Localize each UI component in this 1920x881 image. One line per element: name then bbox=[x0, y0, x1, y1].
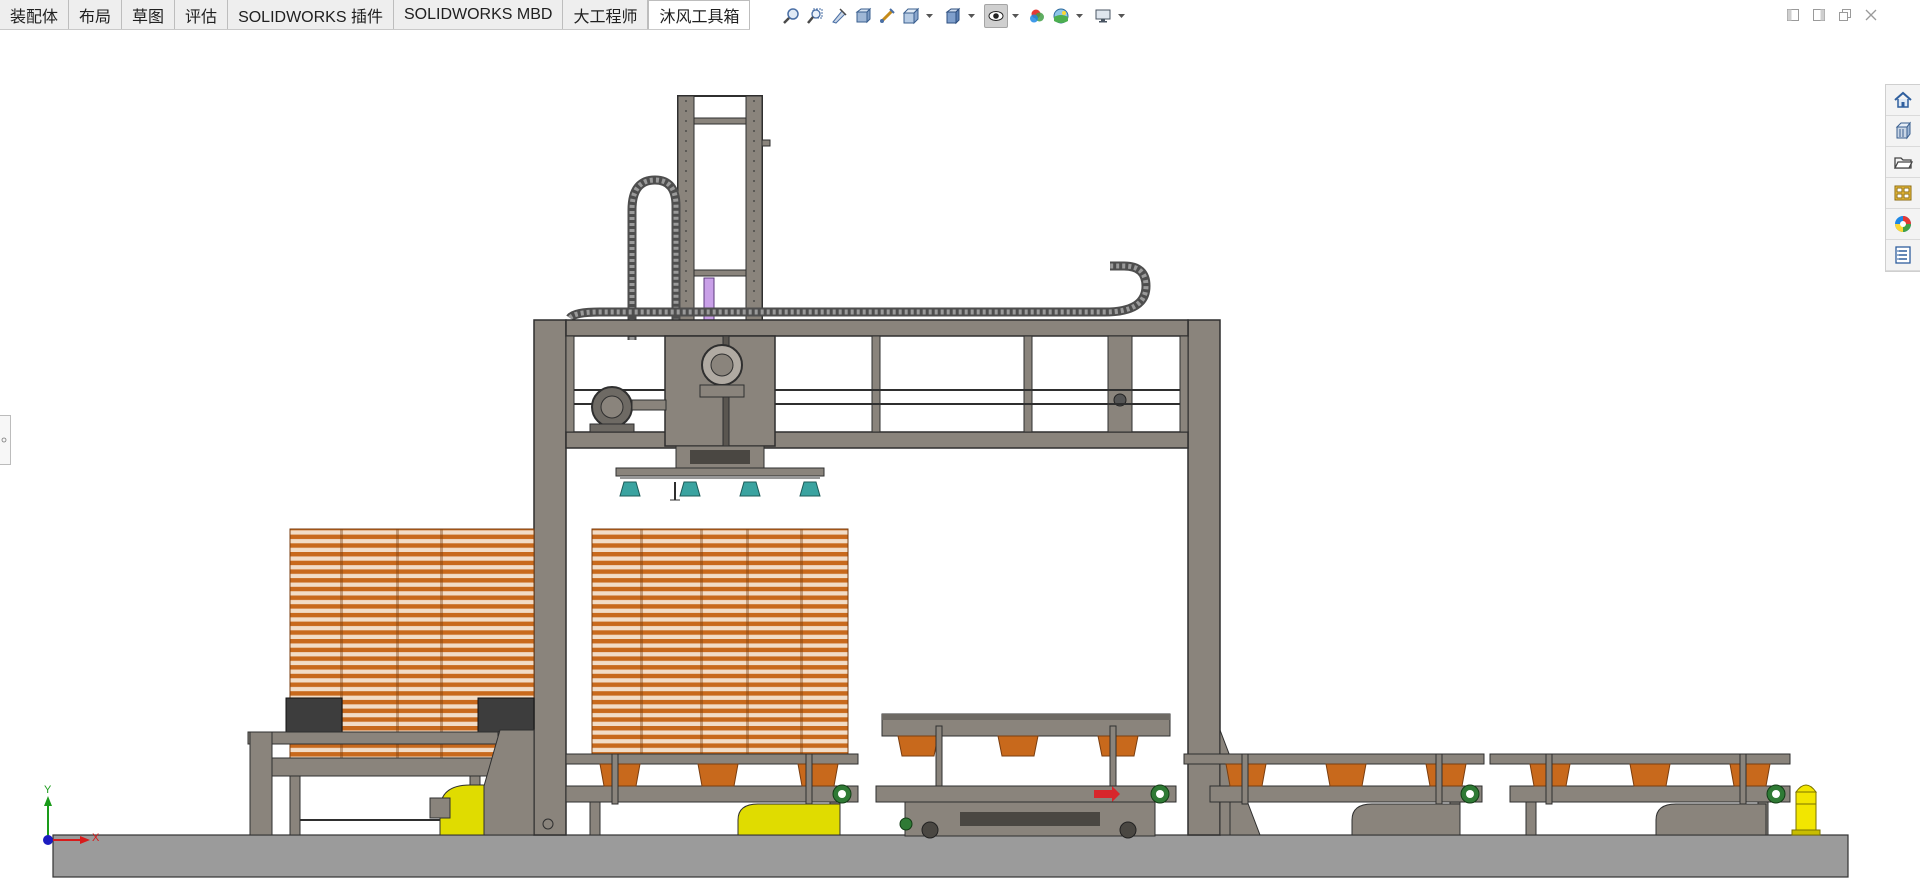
zoom-to-area-icon[interactable] bbox=[804, 5, 826, 27]
coordinate-triad: Y X bbox=[38, 784, 100, 850]
view-settings-icon[interactable] bbox=[1092, 5, 1114, 27]
tab-evaluate[interactable]: 评估 bbox=[175, 0, 229, 29]
command-manager-tabs: 装配体 布局 草图 评估 SOLIDWORKS 插件 SOLIDWORKS MB… bbox=[0, 0, 751, 30]
tab-big-engineer[interactable]: 大工程师 bbox=[563, 0, 649, 29]
tray-stack-center[interactable] bbox=[591, 528, 849, 755]
heads-up-view-toolbar bbox=[780, 4, 1126, 28]
tab-solidworks-addins[interactable]: SOLIDWORKS 插件 bbox=[228, 0, 394, 29]
previous-view-icon[interactable] bbox=[828, 5, 850, 27]
view-orientation-icon[interactable] bbox=[900, 5, 922, 27]
solidworks-window: 装配体 布局 草图 评估 SOLIDWORKS 插件 SOLIDWORKS MB… bbox=[0, 0, 1920, 881]
triad-x-label: X bbox=[92, 832, 100, 844]
tab-mufeng-toolbox[interactable]: 沐风工具箱 bbox=[648, 0, 751, 29]
tile-right-icon[interactable] bbox=[1810, 6, 1828, 24]
right-conveyor-2[interactable] bbox=[1489, 753, 1791, 836]
triad-axes-icon bbox=[43, 796, 90, 845]
close-window-icon[interactable] bbox=[1862, 6, 1880, 24]
safety-bollard[interactable] bbox=[1791, 784, 1821, 836]
display-style-icon[interactable] bbox=[942, 5, 964, 27]
view-orientation-dropdown-icon[interactable] bbox=[924, 5, 934, 27]
hide-show-dropdown-icon[interactable] bbox=[1010, 5, 1020, 27]
tab-solidworks-mbd[interactable]: SOLIDWORKS MBD bbox=[393, 0, 564, 29]
zoom-to-fit-icon[interactable] bbox=[780, 5, 802, 27]
floor-base bbox=[52, 834, 1849, 878]
apply-scene-icon[interactable] bbox=[1050, 5, 1072, 27]
hide-show-items-icon[interactable] bbox=[984, 4, 1008, 28]
tile-left-icon[interactable] bbox=[1784, 6, 1802, 24]
apply-scene-dropdown-icon[interactable] bbox=[1074, 5, 1084, 27]
center-conveyor[interactable] bbox=[565, 753, 859, 836]
dynamic-annotation-icon[interactable] bbox=[876, 5, 898, 27]
triad-y-label: Y bbox=[44, 784, 52, 796]
palletizer-model[interactable] bbox=[0, 30, 1890, 881]
file-explorer-icon[interactable] bbox=[1886, 147, 1920, 178]
appearances-icon[interactable] bbox=[1886, 209, 1920, 240]
view-settings-dropdown-icon[interactable] bbox=[1116, 5, 1126, 27]
graphics-area[interactable]: Y X bbox=[0, 30, 1890, 881]
design-library-icon[interactable] bbox=[1886, 116, 1920, 147]
right-conveyor-1[interactable] bbox=[1183, 753, 1485, 836]
task-pane-tabs bbox=[1885, 84, 1920, 272]
display-style-dropdown-icon[interactable] bbox=[966, 5, 976, 27]
middle-transfer-conveyor[interactable] bbox=[875, 713, 1177, 839]
home-icon[interactable] bbox=[1886, 85, 1920, 116]
edit-appearance-icon[interactable] bbox=[1026, 5, 1048, 27]
gripper-suction-head[interactable] bbox=[615, 467, 825, 501]
tab-assembly[interactable]: 装配体 bbox=[0, 0, 70, 29]
tab-sketch[interactable]: 草图 bbox=[122, 0, 176, 29]
z-axis-column[interactable] bbox=[677, 95, 771, 343]
restore-window-icon[interactable] bbox=[1836, 6, 1854, 24]
custom-properties-icon[interactable] bbox=[1886, 240, 1920, 271]
tab-layout[interactable]: 布局 bbox=[69, 0, 123, 29]
view-palette-icon[interactable] bbox=[1886, 178, 1920, 209]
section-view-icon[interactable] bbox=[852, 5, 874, 27]
document-window-controls bbox=[1784, 6, 1880, 24]
